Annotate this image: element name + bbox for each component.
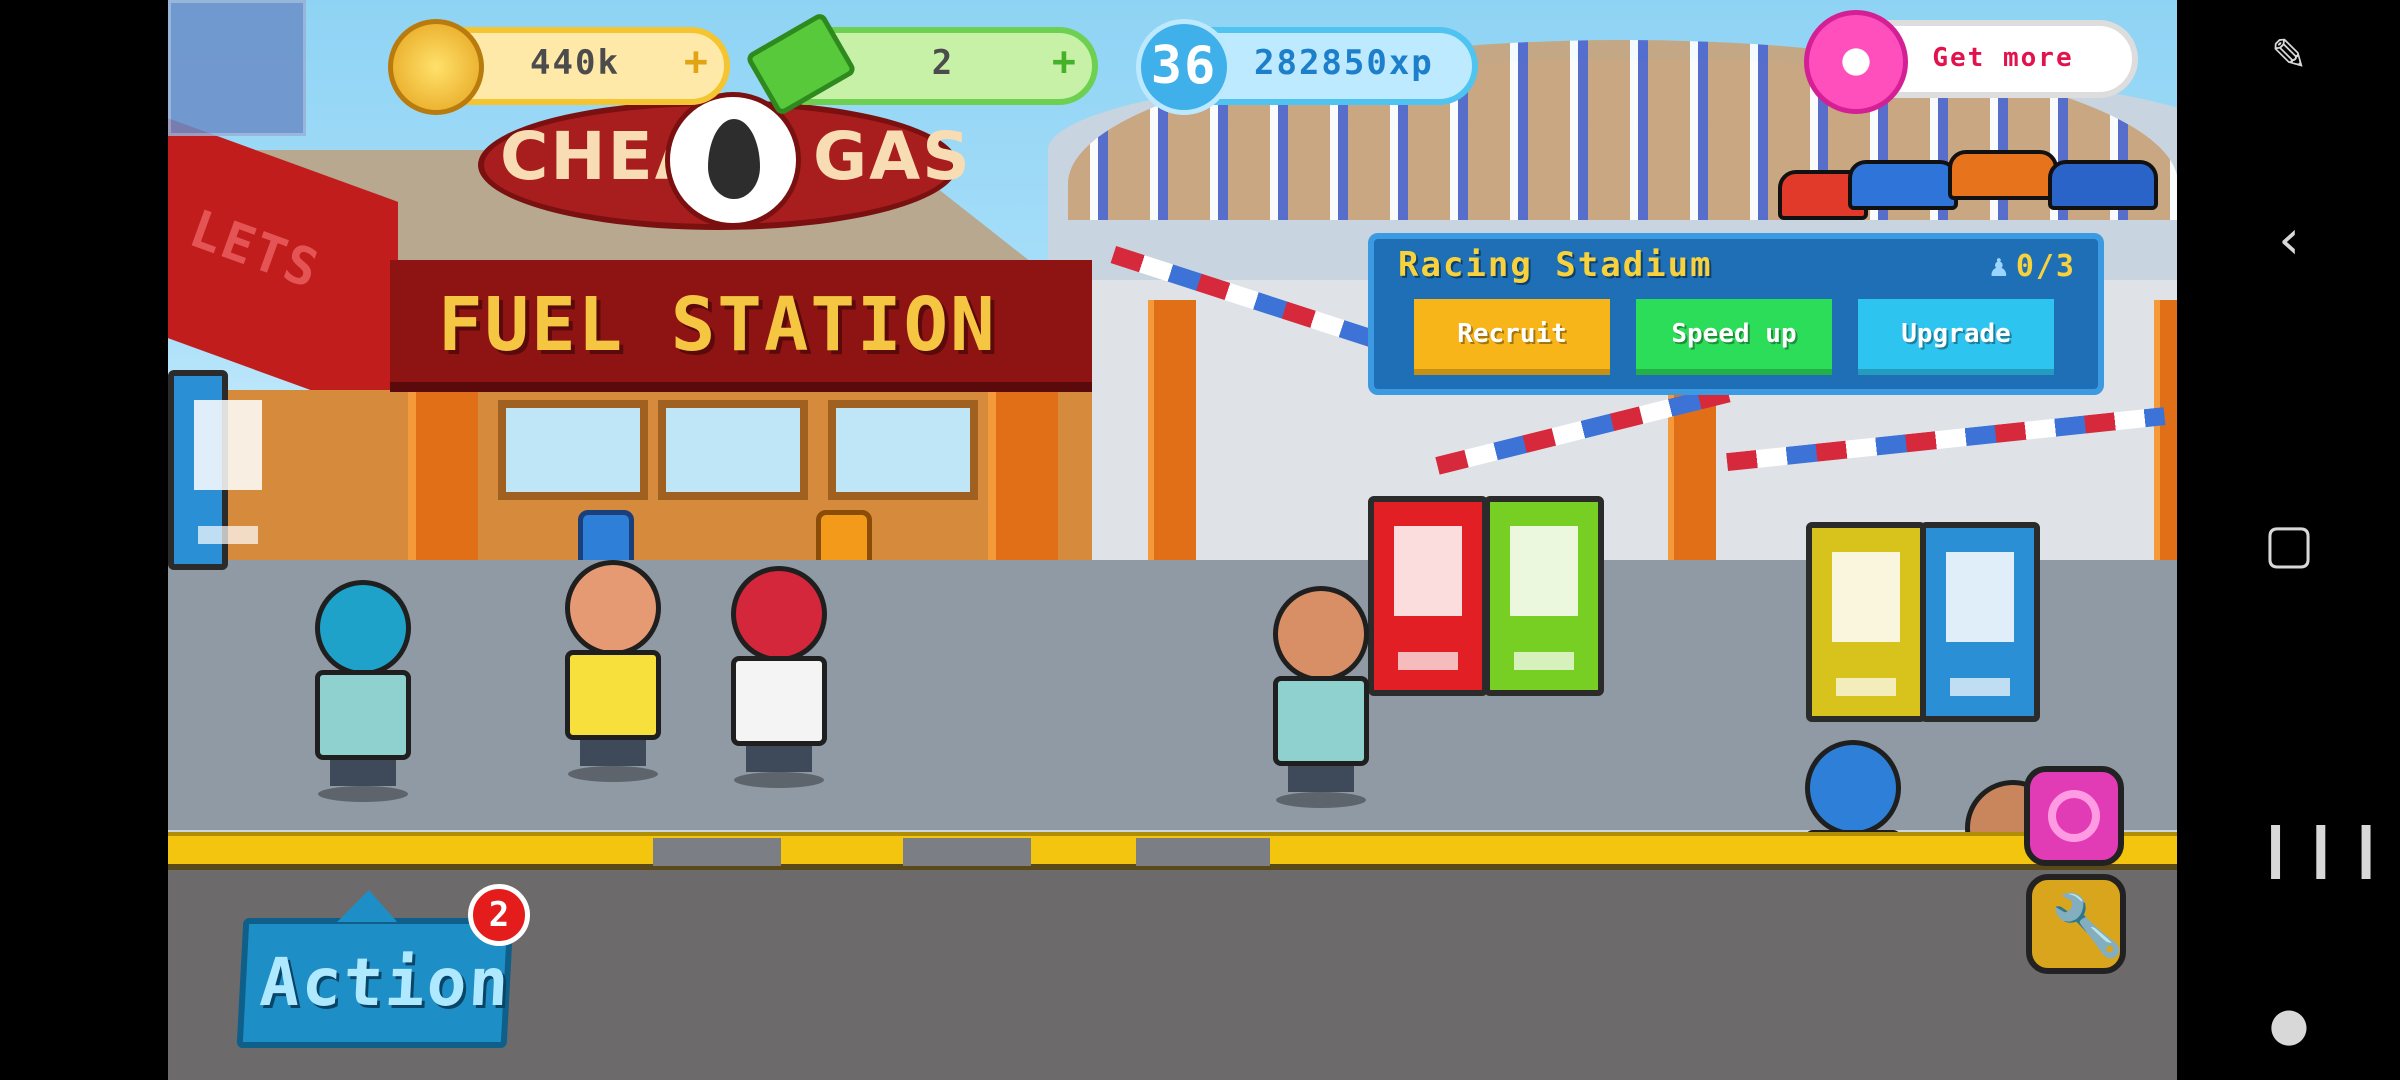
get-more-button[interactable]: Get more	[1804, 10, 2138, 114]
add-coins-button[interactable]: +	[684, 39, 708, 85]
back-icon[interactable]: ‹	[2253, 204, 2325, 276]
character-masked[interactable]	[724, 566, 834, 788]
get-more-label: Get more	[1932, 43, 2074, 73]
recents-icon[interactable]: ❙❙❙	[2253, 812, 2389, 884]
donut-icon	[1804, 10, 1908, 114]
home-icon[interactable]: ▢	[2253, 508, 2325, 580]
add-cash-button[interactable]: +	[1052, 39, 1076, 85]
action-notification-badge: 2	[468, 884, 530, 946]
system-navigation-bar: ✎ ‹ ▢ ❙❙❙ ●	[2177, 0, 2400, 1080]
upgrade-button[interactable]: Upgrade	[1858, 299, 2054, 375]
action-button[interactable]: Action	[236, 890, 514, 1048]
cash-value: 2	[931, 43, 955, 83]
race-car	[1848, 160, 1958, 210]
target-button[interactable]	[2024, 766, 2124, 866]
action-arrow-icon	[337, 890, 399, 922]
vending-machine-yellow[interactable]	[1806, 522, 1926, 722]
station-window	[828, 400, 978, 500]
race-car	[1948, 150, 2058, 200]
curb-gap	[653, 838, 781, 866]
curb-gap	[1136, 838, 1270, 866]
xp-star-icon: 36	[1136, 19, 1232, 115]
game-controller-icon[interactable]: ●	[2253, 988, 2325, 1060]
race-car	[2048, 160, 2158, 210]
recruit-button[interactable]: Recruit	[1414, 299, 1610, 375]
staff-icon: ♟	[1989, 249, 2010, 284]
vending-machine-green[interactable]	[1484, 496, 1604, 696]
vending-machine-blue[interactable]	[168, 370, 262, 570]
screenshot-edit-icon[interactable]: ✎	[2253, 20, 2325, 92]
staff-count-value: 0/3	[2015, 249, 2076, 284]
staff-count: ♟ 0/3	[1990, 249, 2076, 284]
wrench-icon: 🔧	[2050, 891, 2125, 961]
build-button[interactable]: 🔧	[2026, 874, 2126, 974]
cash-counter[interactable]: 2 +	[744, 11, 1098, 117]
game-viewport[interactable]: LETS FUEL STATION CHEAP GAS 440k + 2 + 3…	[168, 0, 2177, 1080]
player-avatar[interactable]	[168, 0, 306, 136]
fuel-station-title: FUEL STATION	[438, 282, 997, 368]
coins-value: 440k	[530, 43, 620, 83]
racing-stadium-panel: Racing Stadium ♟ 0/3 Recruit Speed up Upg…	[1368, 233, 2104, 395]
xp-value: 282850xp	[1254, 43, 1434, 83]
panel-title: Racing Stadium	[1398, 245, 1713, 285]
station-window	[658, 400, 808, 500]
xp-counter[interactable]: 36 282850xp	[1136, 19, 1478, 115]
curb-gap	[903, 838, 1031, 866]
character-boombox[interactable]	[1266, 586, 1376, 808]
speed-up-button[interactable]: Speed up	[1636, 299, 1832, 375]
coin-icon	[388, 19, 484, 115]
sign-gas-text: GAS	[813, 118, 972, 195]
station-window	[498, 400, 648, 500]
vending-machine-red[interactable]	[1368, 496, 1488, 696]
coins-counter[interactable]: 440k +	[388, 19, 730, 115]
character-helmet[interactable]	[308, 580, 418, 802]
action-label: Action	[258, 944, 513, 1021]
vending-machine-blue[interactable]	[1920, 522, 2040, 722]
character-bald[interactable]	[558, 560, 668, 782]
